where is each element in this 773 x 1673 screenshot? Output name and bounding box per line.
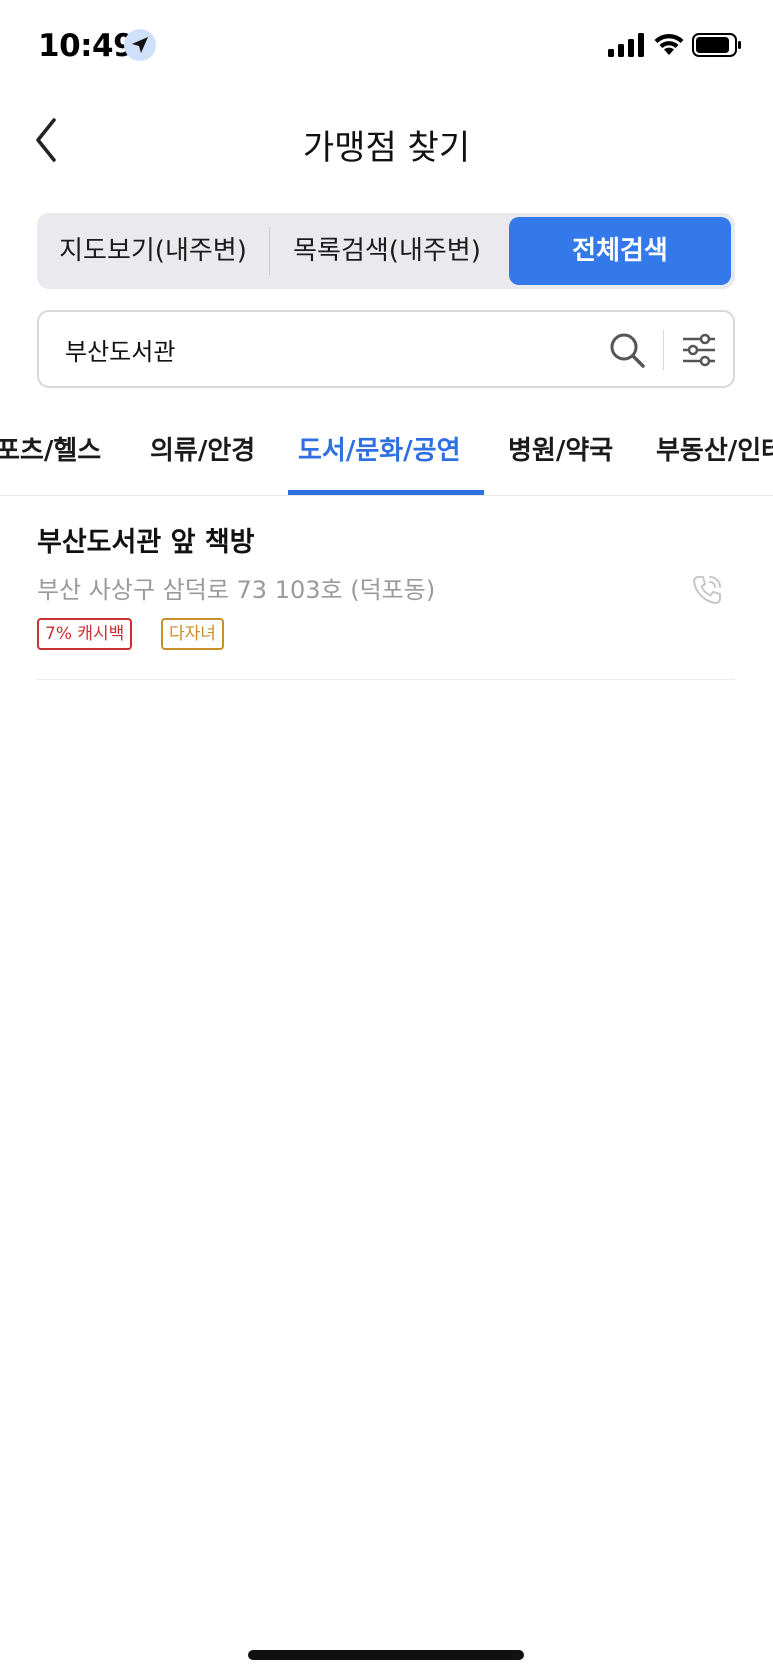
home-indicator <box>248 1650 524 1660</box>
status-bar: 10:49 <box>0 0 773 94</box>
list-item[interactable]: 부산도서관 앞 책방 부산 사상구 삼덕로 73 103호 (덕포동) 7% 캐… <box>37 510 735 680</box>
store-name: 부산도서관 앞 책방 <box>37 527 255 558</box>
view-mode-segmented-control: 지도보기(내주변) 목록검색(내주변) 전체검색 <box>37 213 735 289</box>
search-box <box>37 310 735 388</box>
battery-icon <box>692 33 741 57</box>
store-address: 부산 사상구 삼덕로 73 103호 (덕포동) <box>37 576 436 604</box>
active-tab-indicator <box>288 490 484 495</box>
search-input[interactable] <box>65 312 605 386</box>
cellular-signal-icon <box>608 33 644 57</box>
cashback-badge: 7% 캐시백 <box>37 618 133 650</box>
category-tab-books-culture[interactable]: 도서/문화/공연 <box>298 430 461 467</box>
filter-icon[interactable] <box>679 330 719 370</box>
search-icon[interactable] <box>607 330 647 370</box>
status-time: 10:49 <box>38 28 135 64</box>
multi-child-badge: 다자녀 <box>161 618 224 650</box>
segment-list-nearby[interactable]: 목록검색(내주변) <box>269 213 505 289</box>
phone-icon[interactable] <box>689 572 725 608</box>
segment-all-search[interactable]: 전체검색 <box>509 217 731 285</box>
location-arrow-icon <box>124 29 156 61</box>
category-tabs: 포츠/헬스 의류/안경 도서/문화/공연 병원/약국 부동산/인테 <box>0 420 773 496</box>
wifi-icon <box>654 33 684 55</box>
category-tab-hospital-pharmacy[interactable]: 병원/약국 <box>508 430 613 467</box>
category-tab-clothing-glasses[interactable]: 의류/안경 <box>150 430 255 467</box>
segment-map-nearby[interactable]: 지도보기(내주변) <box>37 213 269 289</box>
category-tab-real-estate[interactable]: 부동산/인테 <box>656 430 773 467</box>
nav-header: 가맹점 찾기 <box>0 100 773 180</box>
page-title: 가맹점 찾기 <box>302 128 471 168</box>
category-tab-sports-health[interactable]: 포츠/헬스 <box>0 430 101 467</box>
search-divider <box>663 330 664 370</box>
